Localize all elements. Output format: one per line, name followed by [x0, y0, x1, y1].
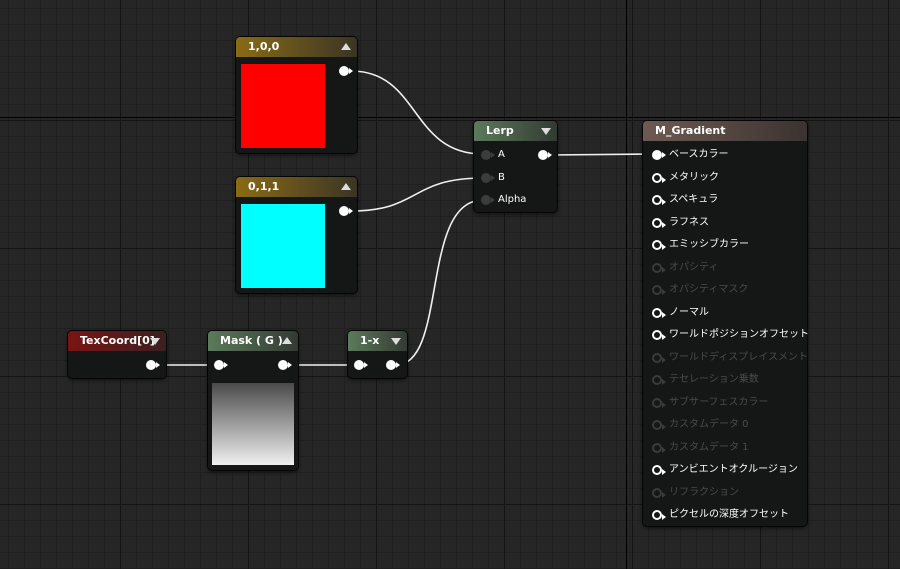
material-input-label: ピクセルの深度オフセット — [669, 509, 789, 520]
lerp-input-alpha-pin[interactable] — [481, 195, 495, 205]
material-input-pin[interactable] — [652, 397, 666, 408]
mask-header[interactable]: Mask ( G ) — [208, 331, 298, 351]
material-input-pin[interactable] — [652, 285, 666, 295]
texcoord-output-pin[interactable] — [146, 360, 160, 370]
wire-oneminus-to-lerp-alpha — [395, 199, 484, 366]
constant-red-header[interactable]: 1,0,0 — [236, 37, 357, 57]
lerp-title: Lerp — [486, 124, 514, 137]
mask-gradient-preview — [212, 383, 294, 465]
material-input-pin[interactable] — [652, 352, 666, 363]
cyan-color-swatch — [241, 204, 325, 288]
lerp-input-alpha-label: Alpha — [498, 194, 527, 205]
mask-title: Mask ( G ) — [220, 334, 283, 347]
material-input-pin[interactable] — [652, 442, 666, 453]
constant-cyan-output-pin[interactable] — [339, 206, 353, 216]
material-result-node[interactable]: M_Gradient ベースカラー メタリックスペキュララフネスエミッシブカラーオ… — [643, 121, 809, 526]
material-input-pin[interactable] — [652, 217, 666, 228]
collapse-arrow-icon[interactable] — [341, 183, 351, 190]
collapse-arrow-icon[interactable] — [391, 338, 401, 345]
one-minus-input-pin[interactable] — [354, 360, 368, 370]
constant-cyan-header[interactable]: 0,1,1 — [236, 177, 357, 197]
material-input-label: テセレーション乗数 — [669, 374, 759, 385]
material-input-label: エミッシブカラー — [669, 239, 749, 250]
constant-red-node[interactable]: 1,0,0 — [236, 37, 357, 153]
material-title: M_Gradient — [655, 124, 726, 137]
material-input-label: メタリック — [669, 171, 719, 183]
material-input-pin[interactable] — [652, 330, 666, 340]
one-minus-node[interactable]: 1-x — [348, 331, 407, 378]
mask-output-pin[interactable] — [278, 360, 292, 370]
wire-cyan-to-lerp-b — [350, 177, 484, 212]
collapse-arrow-icon[interactable] — [541, 128, 551, 135]
material-input-label: ワールドポジションオフセット — [669, 329, 809, 340]
material-input-label: カスタムデータ 1 — [669, 441, 749, 453]
texcoord-header[interactable]: TexCoord[0] — [68, 331, 166, 351]
material-input-label: ラフネス — [669, 216, 709, 228]
material-input-pin[interactable] — [652, 307, 666, 318]
collapse-arrow-icon[interactable] — [150, 338, 160, 345]
material-input-label: サブサーフェスカラー — [669, 396, 769, 408]
material-input-pin[interactable] — [652, 150, 666, 160]
material-graph-canvas[interactable]: 1,0,0 0,1,1 TexCoord[0] Mask ( G ) 1-x L… — [0, 0, 900, 569]
texcoord-node[interactable]: TexCoord[0] — [68, 331, 166, 378]
graph-origin-horizontal-line — [0, 117, 900, 118]
lerp-input-a-label: A — [498, 149, 505, 160]
lerp-node[interactable]: Lerp A B Alpha — [474, 121, 557, 212]
lerp-input-b-pin[interactable] — [481, 173, 495, 183]
material-result-header[interactable]: M_Gradient — [643, 121, 807, 141]
material-input-label: スペキュラ — [669, 194, 719, 205]
red-color-swatch — [241, 64, 325, 148]
material-input-label: アンビエントオクルージョン — [669, 464, 798, 475]
material-input-pin[interactable] — [652, 375, 666, 385]
collapse-arrow-icon[interactable] — [282, 337, 292, 344]
lerp-input-a-pin[interactable] — [481, 150, 495, 160]
constant-cyan-node[interactable]: 0,1,1 — [236, 177, 357, 293]
lerp-header[interactable]: Lerp — [474, 121, 557, 141]
material-input-pin[interactable] — [652, 465, 666, 475]
one-minus-output-pin[interactable] — [386, 360, 400, 370]
one-minus-title: 1-x — [360, 334, 380, 347]
lerp-output-pin[interactable] — [538, 150, 552, 160]
one-minus-header[interactable]: 1-x — [348, 331, 407, 351]
mask-input-pin[interactable] — [214, 360, 228, 370]
material-input-label: リフラクション — [669, 486, 739, 498]
texcoord-title: TexCoord[0] — [80, 334, 155, 347]
mask-node[interactable]: Mask ( G ) — [208, 331, 298, 470]
material-input-pin[interactable] — [652, 172, 666, 183]
lerp-input-b-label: B — [498, 172, 505, 183]
material-input-label: ベースカラー — [669, 149, 729, 160]
material-input-label: カスタムデータ 0 — [669, 419, 749, 430]
collapse-arrow-icon[interactable] — [341, 43, 351, 50]
graph-origin-vertical-line — [626, 0, 627, 569]
material-input-pin[interactable] — [652, 510, 666, 520]
material-input-label: オパシティ — [669, 261, 719, 273]
material-input-label: ノーマル — [669, 306, 709, 318]
wire-red-to-lerp-a — [350, 70, 484, 155]
constant-red-title: 1,0,0 — [248, 40, 280, 53]
material-input-pin[interactable] — [652, 420, 666, 430]
material-input-pin[interactable] — [652, 487, 666, 498]
material-input-pin[interactable] — [652, 262, 666, 273]
material-input-label: ワールドディスプレイスメント — [669, 351, 808, 363]
material-input-pin[interactable] — [652, 240, 666, 250]
wire-lerp-to-basecolor — [547, 153, 655, 156]
material-input-label: オパシティマスク — [669, 284, 749, 295]
constant-cyan-title: 0,1,1 — [248, 180, 280, 193]
constant-red-output-pin[interactable] — [339, 66, 353, 76]
material-input-pin[interactable] — [652, 195, 666, 205]
